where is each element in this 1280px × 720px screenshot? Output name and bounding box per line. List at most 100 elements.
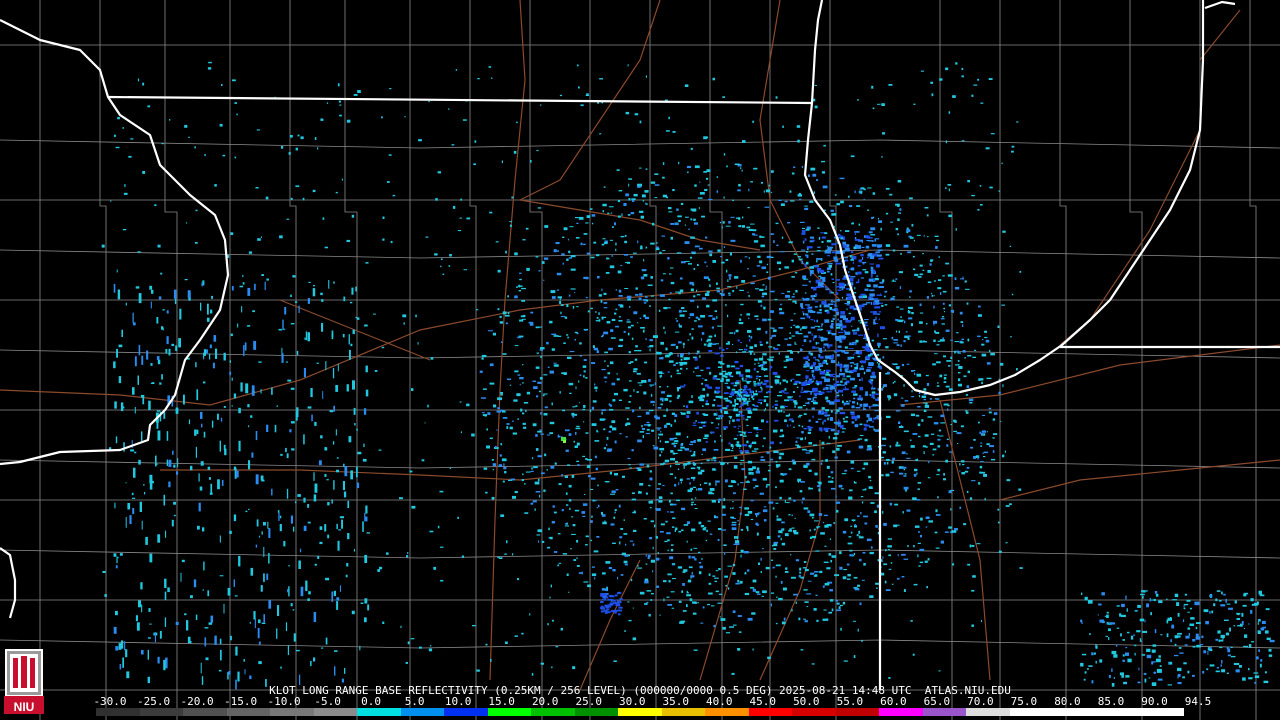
echo-speckle — [848, 536, 852, 538]
echo-speckle — [364, 554, 368, 563]
echo-speckle — [822, 585, 825, 588]
echo-speckle — [819, 356, 824, 359]
echo-speckle — [993, 433, 998, 435]
echo-speckle — [732, 610, 736, 613]
echo-speckle — [832, 373, 837, 375]
echo-speckle — [1152, 644, 1157, 647]
echo-speckle — [636, 372, 641, 375]
echo-speckle — [585, 544, 588, 546]
echo-speckle — [247, 287, 251, 296]
echo-speckle — [677, 468, 680, 471]
echo-speckle — [636, 391, 639, 393]
echo-speckle — [667, 257, 670, 260]
echo-speckle — [867, 354, 872, 357]
echo-speckle — [701, 558, 703, 560]
echo-speckle — [836, 203, 840, 206]
echo-speckle — [692, 612, 697, 615]
echo-speckle — [759, 288, 764, 291]
echo-speckle — [671, 343, 676, 346]
echo-speckle — [679, 289, 684, 293]
echo-speckle — [797, 445, 801, 449]
echo-speckle — [929, 398, 932, 400]
echo-speckle — [830, 471, 834, 474]
echo-speckle — [399, 497, 403, 500]
echo-speckle — [193, 579, 197, 588]
echo-speckle — [809, 366, 813, 369]
echo-speckle — [487, 330, 493, 332]
echo-speckle — [850, 250, 854, 253]
echo-speckle — [752, 579, 757, 583]
echo-speckle — [800, 221, 805, 223]
echo-speckle — [568, 433, 572, 436]
echo-speckle — [727, 341, 730, 344]
echo-speckle — [1106, 614, 1109, 618]
echo-speckle — [955, 62, 958, 65]
echo-speckle — [706, 169, 711, 172]
echo-speckle — [957, 360, 960, 362]
echo-speckle — [858, 259, 862, 263]
echo-speckle — [865, 245, 870, 249]
echo-speckle — [494, 445, 497, 448]
echo-speckle — [756, 515, 758, 518]
echo-speckle — [900, 344, 902, 347]
echo-speckle — [886, 415, 891, 419]
echo-speckle — [657, 429, 660, 431]
echo-speckle — [714, 515, 716, 518]
echo-speckle — [862, 295, 867, 299]
echo-speckle — [941, 316, 945, 318]
echo-speckle — [779, 452, 784, 456]
echo-speckle — [722, 96, 725, 98]
echo-speckle — [612, 427, 617, 431]
echo-speckle — [321, 322, 324, 332]
echo-speckle — [966, 490, 969, 493]
echo-speckle — [669, 273, 672, 275]
echo-speckle — [891, 583, 894, 585]
echo-speckle — [578, 402, 580, 404]
echo-speckle — [289, 135, 293, 138]
echo-speckle — [741, 468, 746, 471]
echo-speckle — [821, 447, 824, 449]
echo-speckle — [838, 331, 844, 334]
echo-speckle — [824, 378, 830, 383]
echo-speckle — [993, 412, 998, 415]
echo-speckle — [665, 347, 668, 351]
echo-speckle — [624, 288, 629, 289]
echo-speckle — [584, 329, 587, 331]
echo-speckle — [990, 133, 995, 135]
echo-speckle — [913, 380, 918, 384]
echo-speckle — [155, 455, 157, 467]
echo-speckle — [557, 533, 561, 535]
echo-speckle — [402, 314, 407, 318]
echo-speckle — [782, 587, 787, 591]
echo-speckle — [364, 598, 368, 604]
echo-speckle — [815, 301, 819, 303]
echo-speckle — [310, 388, 313, 398]
echo-speckle — [955, 350, 960, 353]
echo-speckle — [950, 356, 953, 359]
echo-speckle — [250, 415, 253, 418]
echo-speckle — [141, 650, 144, 655]
echo-speckle — [895, 203, 900, 206]
echo-speckle — [537, 381, 542, 384]
echo-speckle — [978, 305, 981, 308]
echo-speckle — [973, 84, 978, 86]
echo-speckle — [857, 265, 861, 267]
echo-speckle — [852, 620, 856, 622]
echo-speckle — [614, 611, 617, 614]
echo-speckle — [917, 542, 921, 544]
echo-speckle — [826, 391, 832, 393]
echo-speckle — [181, 559, 185, 563]
echo-speckle — [949, 451, 952, 453]
echo-speckle — [842, 241, 846, 245]
echo-speckle — [666, 354, 672, 356]
echo-speckle — [856, 534, 859, 537]
echo-speckle — [805, 452, 811, 454]
echo-speckle — [784, 571, 789, 573]
echo-speckle — [618, 320, 623, 322]
echo-speckle — [913, 268, 916, 271]
echo-speckle — [609, 471, 612, 475]
echo-speckle — [705, 400, 708, 403]
echo-speckle — [729, 277, 731, 280]
color-bar-segment — [618, 708, 663, 716]
echo-speckle — [260, 585, 263, 592]
